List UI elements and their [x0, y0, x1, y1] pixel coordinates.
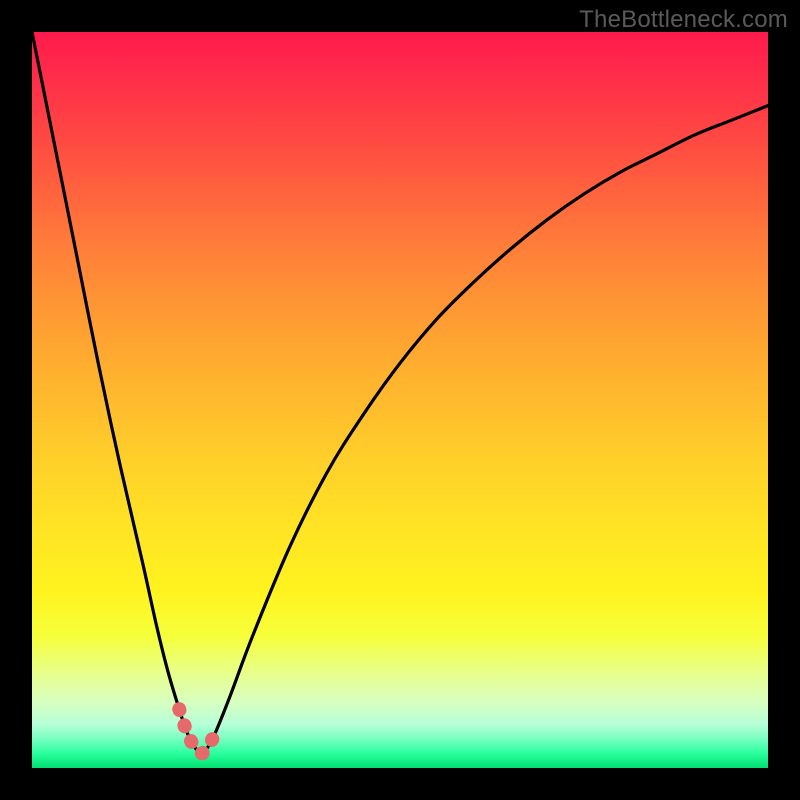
plot-area: [32, 32, 768, 768]
watermark-text: TheBottleneck.com: [579, 6, 788, 34]
bottleneck-curve-path: [32, 32, 768, 753]
chart-frame: TheBottleneck.com: [0, 0, 800, 800]
curve-svg: [32, 32, 768, 768]
highlight-markers: [179, 709, 216, 753]
